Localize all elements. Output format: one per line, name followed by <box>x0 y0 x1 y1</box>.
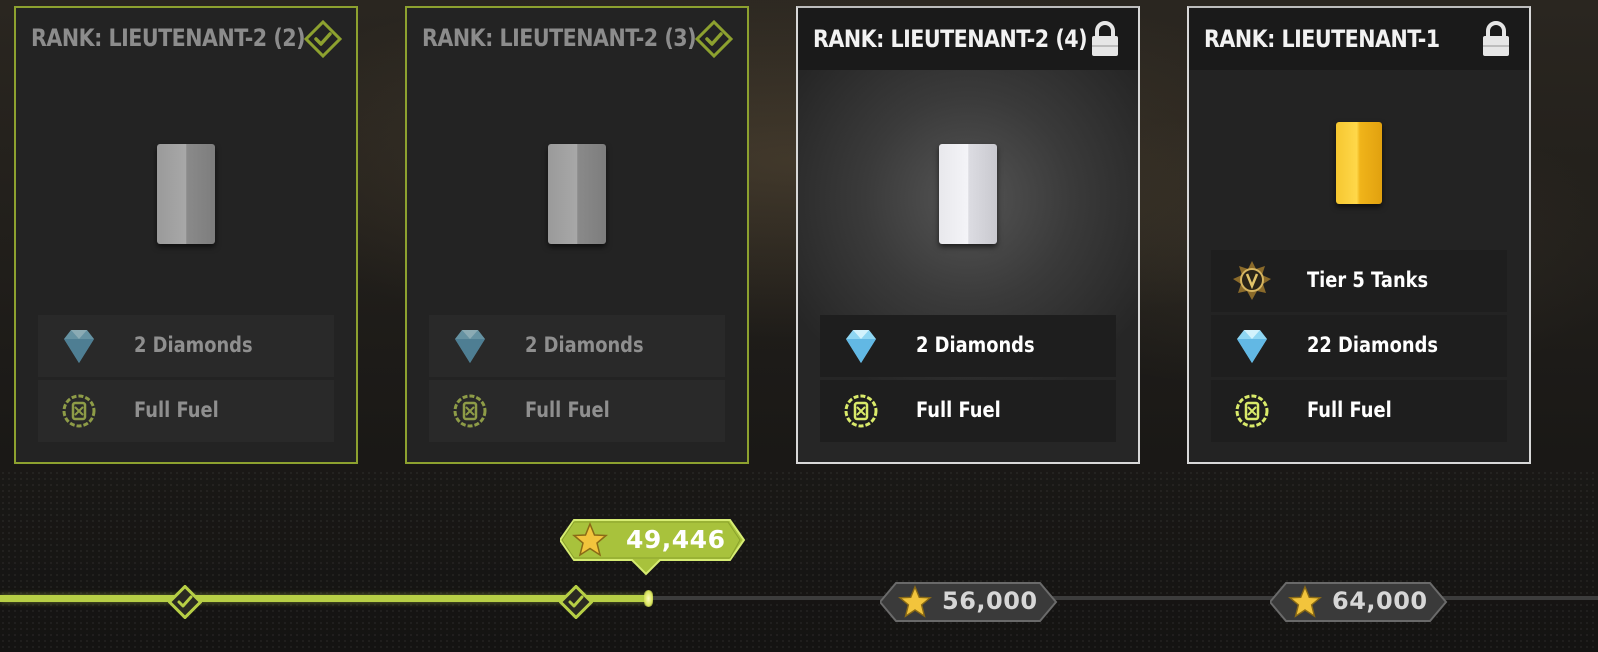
card-title: RANK: LIEUTENANT-2 (4) <box>813 25 1088 53</box>
reward-item: 2 Diamonds <box>429 315 725 377</box>
check-diamond-icon <box>559 585 593 619</box>
milestone-points: 56,000 <box>942 587 1038 615</box>
reward-label: 2 Diamonds <box>525 333 644 357</box>
check-diamond-icon <box>695 20 733 58</box>
card-title: RANK: LIEUTENANT-1 <box>1204 25 1440 53</box>
check-diamond-icon <box>304 20 342 58</box>
reward-label: Full Fuel <box>916 398 1001 422</box>
fuel-icon <box>1235 394 1269 428</box>
padlock-icon <box>1483 21 1509 56</box>
card-title: RANK: LIEUTENANT-2 (3) <box>422 24 697 52</box>
current-points-value: 49,446 <box>626 525 726 554</box>
silver-bar-icon <box>157 144 215 244</box>
reward-item: Full Fuel <box>429 380 725 442</box>
rank-card-lieutenant-2-2[interactable]: RANK: LIEUTENANT-2 (2) 2 Diamonds Full F… <box>14 6 358 464</box>
silver-bar-icon <box>939 144 997 244</box>
reward-label: Full Fuel <box>134 398 219 422</box>
diamond-icon <box>455 330 485 363</box>
reward-item: 2 Diamonds <box>38 315 334 377</box>
reward-list: 2 Diamonds Full Fuel <box>820 312 1116 442</box>
reward-list: 2 Diamonds Full Fuel <box>38 312 334 442</box>
tier-v-badge-icon <box>1233 261 1271 300</box>
progress-track-tip <box>644 590 653 607</box>
fuel-icon <box>844 394 878 428</box>
padlock-icon <box>1092 21 1118 56</box>
milestone-badge-56000: 56,000 <box>880 582 1058 622</box>
reward-list: Tier 5 Tanks 22 Diamonds Full Fuel <box>1211 247 1507 442</box>
progress-track-fill <box>0 595 650 602</box>
reward-item: Full Fuel <box>820 380 1116 442</box>
reward-item: Full Fuel <box>1211 380 1507 442</box>
reward-label: 22 Diamonds <box>1307 333 1439 357</box>
diamond-icon <box>1237 330 1267 363</box>
gold-star-icon <box>1288 585 1322 618</box>
diamond-icon <box>846 330 876 363</box>
card-title: RANK: LIEUTENANT-2 (2) <box>31 24 306 52</box>
reward-item: Full Fuel <box>38 380 334 442</box>
reward-list: 2 Diamonds Full Fuel <box>429 312 725 442</box>
rank-card-lieutenant-2-4[interactable]: RANK: LIEUTENANT-2 (4) 2 Diamonds Full F… <box>796 6 1140 464</box>
gold-star-icon <box>898 585 932 618</box>
diamond-icon <box>64 330 94 363</box>
rank-card-lieutenant-2-3[interactable]: RANK: LIEUTENANT-2 (3) 2 Diamonds Full F… <box>405 6 749 464</box>
silver-bar-icon <box>548 144 606 244</box>
reward-label: 2 Diamonds <box>134 333 253 357</box>
reward-label: Full Fuel <box>1307 398 1392 422</box>
reward-item: 2 Diamonds <box>820 315 1116 377</box>
reward-label: Full Fuel <box>525 398 610 422</box>
gold-star-icon <box>572 522 608 557</box>
gold-bar-icon <box>1336 122 1382 204</box>
current-points-badge: 49,446 <box>560 518 760 578</box>
reward-label: Tier 5 Tanks <box>1307 268 1429 292</box>
check-diamond-icon <box>168 585 202 619</box>
fuel-icon <box>62 394 96 428</box>
reward-item: Tier 5 Tanks <box>1211 250 1507 312</box>
reward-label: 2 Diamonds <box>916 333 1035 357</box>
milestone-badge-64000: 64,000 <box>1270 582 1448 622</box>
reward-item: 22 Diamonds <box>1211 315 1507 377</box>
background-dot-pattern <box>0 470 1598 652</box>
rank-card-lieutenant-1[interactable]: RANK: LIEUTENANT-1 Tier 5 Tanks 22 Diamo… <box>1187 6 1531 464</box>
fuel-icon <box>453 394 487 428</box>
milestone-points: 64,000 <box>1332 587 1428 615</box>
